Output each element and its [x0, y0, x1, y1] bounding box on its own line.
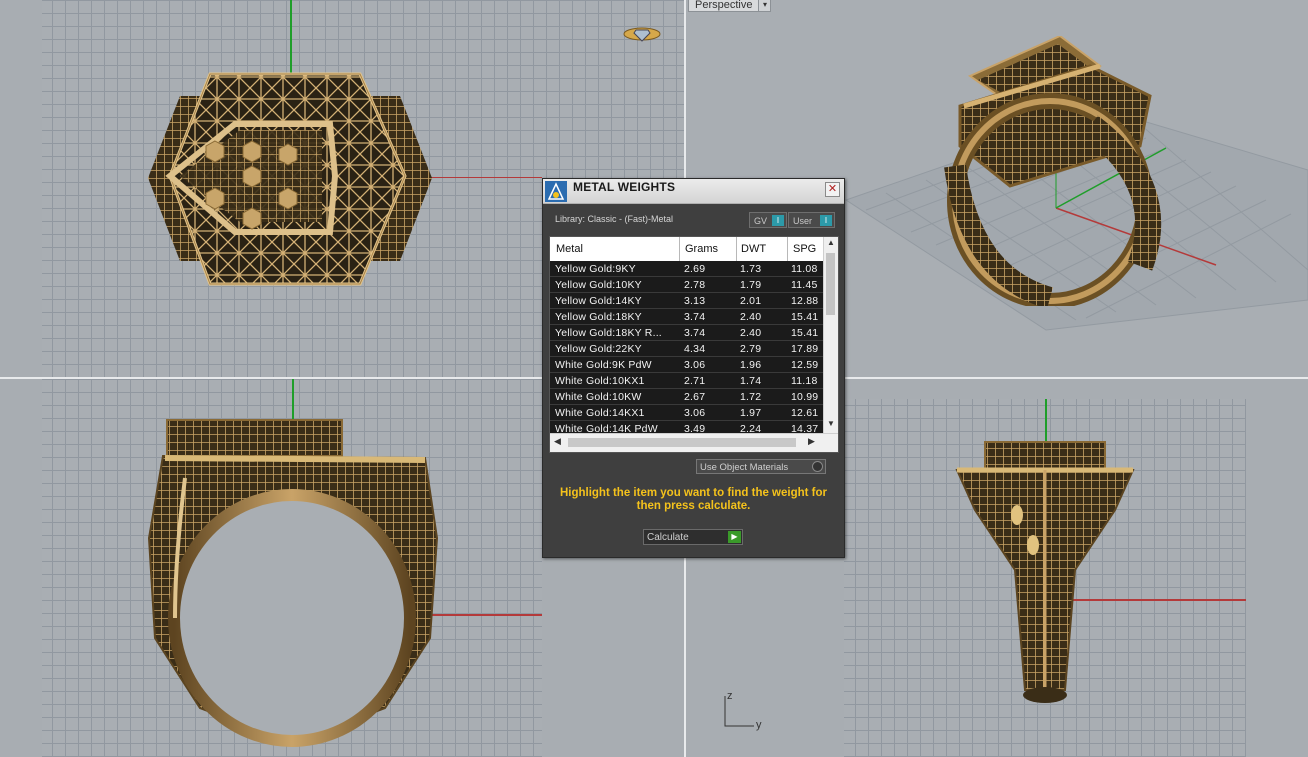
cell-metal: Yellow Gold:14KY: [555, 295, 642, 307]
cell-dwt: 2.79: [740, 343, 762, 355]
cell-grams: 2.67: [684, 391, 706, 403]
cell-spg: 15.41: [791, 327, 819, 339]
table-row[interactable]: White Gold:14KX1 3.06 1.97 12.61: [550, 405, 823, 421]
cell-grams: 2.71: [684, 375, 706, 387]
gv-toggle-label: GV: [754, 216, 768, 226]
metal-table[interactable]: Metal Grams DWT SPG Yellow Gold:9KY 2.69 1…: [549, 236, 839, 453]
cell-dwt: 1.97: [740, 407, 762, 419]
table-row[interactable]: Yellow Gold:18KY 3.74 2.40 15.41: [550, 309, 823, 325]
use-object-materials-toggle[interactable]: Use Object Materials: [696, 459, 826, 474]
user-toggle-indicator: I: [820, 215, 832, 226]
cell-dwt: 1.96: [740, 359, 762, 371]
viewport-label-text: Perspective: [695, 0, 753, 11]
cell-metal: Yellow Gold:10KY: [555, 279, 642, 291]
cell-metal: Yellow Gold:18KY: [555, 311, 642, 323]
gv-toggle-indicator: I: [772, 215, 784, 226]
table-row[interactable]: White Gold:10KX1 2.71 1.74 11.18: [550, 373, 823, 389]
chevron-down-icon[interactable]: ▾: [758, 0, 771, 11]
cell-grams: 3.74: [684, 327, 706, 339]
dialog-title: METAL WEIGHTS: [573, 180, 676, 194]
cell-grams: 2.69: [684, 263, 706, 275]
scroll-thumb[interactable]: [826, 253, 835, 315]
ring-right-view: [955, 441, 1135, 703]
cell-metal: White Gold:9K PdW: [555, 359, 652, 371]
table-header: Metal Grams DWT SPG: [550, 237, 823, 261]
cell-dwt: 2.40: [740, 327, 762, 339]
cell-metal: Yellow Gold:22KY: [555, 343, 642, 355]
close-icon[interactable]: ✕: [825, 182, 840, 197]
cell-dwt: 2.01: [740, 295, 762, 307]
table-row[interactable]: Yellow Gold:9KY 2.69 1.73 11.08: [550, 261, 823, 277]
scroll-right-icon[interactable]: ▶: [808, 436, 815, 447]
dialog-titlebar[interactable]: METAL WEIGHTS ✕: [543, 179, 844, 204]
use-object-materials-label: Use Object Materials: [700, 462, 789, 473]
hscroll-thumb[interactable]: [568, 438, 796, 447]
table-row[interactable]: Yellow Gold:18KY R... 3.74 2.40 15.41: [550, 325, 823, 341]
gv-toggle[interactable]: GV I: [749, 212, 787, 228]
cell-dwt: 1.79: [740, 279, 762, 291]
table-row[interactable]: Yellow Gold:10KY 2.78 1.79 11.45: [550, 277, 823, 293]
cell-metal: White Gold:10KW: [555, 391, 642, 403]
gem-icon[interactable]: [622, 24, 662, 44]
user-toggle[interactable]: User I: [788, 212, 835, 228]
y-axis-line: [290, 0, 292, 75]
viewport-label-perspective[interactable]: Perspective ▾: [688, 0, 772, 12]
scroll-up-icon[interactable]: ▲: [824, 238, 838, 247]
cell-metal: Yellow Gold:9KY: [555, 263, 636, 275]
calculate-button[interactable]: Calculate ▶: [643, 529, 743, 545]
cell-metal: White Gold:14KX1: [555, 407, 645, 419]
table-row[interactable]: White Gold:9K PdW 3.06 1.96 12.59: [550, 357, 823, 373]
table-vertical-scrollbar[interactable]: ▲ ▼: [823, 237, 838, 433]
cell-metal: Yellow Gold:18KY R...: [555, 327, 662, 339]
cell-spg: 10.99: [791, 391, 819, 403]
column-header-dwt[interactable]: DWT: [741, 243, 766, 255]
user-toggle-label: User: [793, 216, 813, 226]
cell-spg: 11.18: [791, 375, 818, 387]
cell-spg: 11.45: [791, 279, 818, 291]
table-horizontal-scrollbar[interactable]: ◀ ▶: [550, 433, 838, 452]
metal-weights-dialog: METAL WEIGHTS ✕ Library: Classic - (Fast…: [542, 178, 845, 558]
table-body: Yellow Gold:9KY 2.69 1.73 11.08 Yellow Gold…: [550, 261, 823, 437]
library-label: Library: Classic - (Fast)-Metal: [555, 214, 674, 224]
cell-spg: 12.59: [791, 359, 819, 371]
cell-grams: 3.06: [684, 407, 706, 419]
cell-spg: 12.88: [791, 295, 819, 307]
cell-grams: 3.06: [684, 359, 706, 371]
axes-indicator: z y: [718, 690, 768, 731]
axis-z-label: z: [727, 690, 733, 702]
calculate-label: Calculate: [647, 532, 689, 543]
scroll-down-icon[interactable]: ▼: [824, 419, 838, 428]
table-row[interactable]: White Gold:10KW 2.67 1.72 10.99: [550, 389, 823, 405]
cell-spg: 17.89: [791, 343, 819, 355]
cell-dwt: 1.74: [740, 375, 762, 387]
column-header-grams[interactable]: Grams: [685, 243, 718, 255]
cell-dwt: 1.72: [740, 391, 762, 403]
cell-grams: 3.74: [684, 311, 706, 323]
instruction-message: Highlight the item you want to find the …: [559, 487, 828, 512]
ring-top-view: [148, 72, 432, 286]
scroll-left-icon[interactable]: ◀: [554, 436, 561, 447]
play-icon[interactable]: ▶: [728, 531, 741, 543]
cell-spg: 12.61: [791, 407, 819, 419]
table-row[interactable]: Yellow Gold:14KY 3.13 2.01 12.88: [550, 293, 823, 309]
cell-dwt: 2.40: [740, 311, 762, 323]
cell-dwt: 1.73: [740, 263, 762, 275]
app-logo-icon: [545, 181, 567, 202]
cell-spg: 11.08: [791, 263, 818, 275]
column-header-metal[interactable]: Metal: [556, 243, 583, 255]
toggle-indicator-icon: [812, 461, 823, 472]
column-header-spg[interactable]: SPG: [793, 243, 816, 255]
cell-spg: 15.41: [791, 311, 819, 323]
axis-y-label: y: [756, 719, 762, 731]
cell-grams: 2.78: [684, 279, 706, 291]
table-row[interactable]: Yellow Gold:22KY 4.34 2.79 17.89: [550, 341, 823, 357]
ring-front-view: [147, 419, 439, 747]
cell-grams: 4.34: [684, 343, 706, 355]
cell-metal: White Gold:10KX1: [555, 375, 645, 387]
ring-perspective-view: [944, 36, 1162, 306]
cell-grams: 3.13: [684, 295, 706, 307]
x-axis-line: [430, 177, 542, 178]
